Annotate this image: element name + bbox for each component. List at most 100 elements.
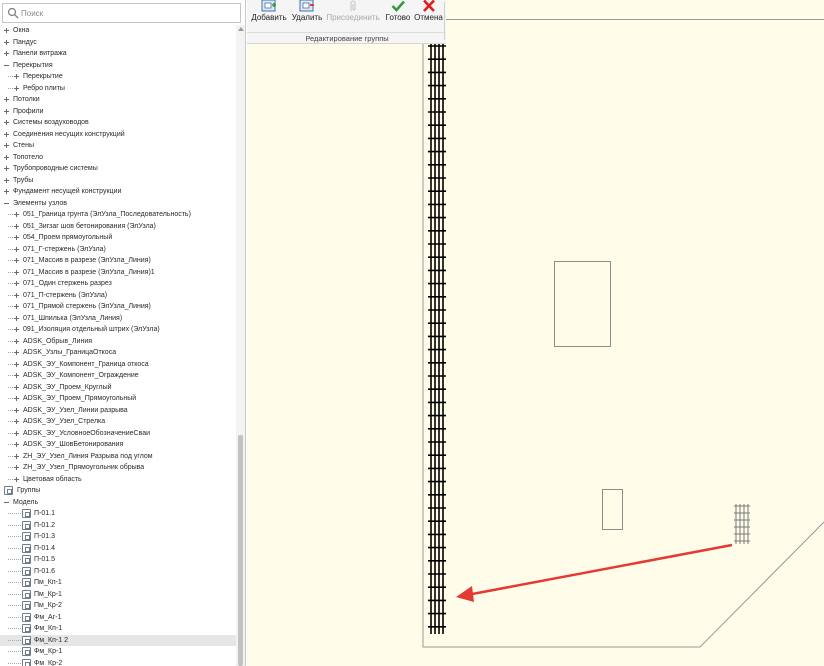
- tree-item[interactable]: Пм_Кп-1: [0, 577, 236, 589]
- expand-plus-icon[interactable]: [14, 419, 19, 424]
- opening-rectangle-small[interactable]: [602, 489, 623, 530]
- reinforcement-ladder[interactable]: [428, 44, 446, 634]
- scrollbar-thumb[interactable]: [238, 435, 243, 666]
- tree-item[interactable]: П-01.3: [0, 531, 236, 543]
- tree-category[interactable]: Топотело: [0, 152, 236, 164]
- tree-item[interactable]: Ребро плиты: [0, 83, 236, 95]
- tree-item[interactable]: Пм_Кр-1: [0, 589, 236, 601]
- tree-category[interactable]: Трубы: [0, 175, 236, 187]
- scroll-up-arrow-icon[interactable]: [238, 27, 244, 31]
- tree-item[interactable]: Пм_Кр-2: [0, 600, 236, 612]
- add-button[interactable]: Добавить: [249, 0, 289, 32]
- tree-scrollbar[interactable]: [236, 25, 245, 666]
- tree-item[interactable]: 071_Массив в разрезе (ЭлУзла_Линия): [0, 255, 236, 267]
- expand-plus-icon[interactable]: [14, 292, 19, 298]
- collapse-minus-icon[interactable]: [4, 201, 9, 206]
- tree-category[interactable]: Пандус: [0, 37, 236, 49]
- tree-category[interactable]: Профили: [0, 106, 236, 118]
- cancel-button[interactable]: Отмена: [413, 0, 444, 32]
- expand-plus-icon[interactable]: [4, 97, 9, 102]
- expand-plus-icon[interactable]: [4, 177, 9, 183]
- expand-plus-icon[interactable]: [4, 189, 9, 194]
- expand-plus-icon[interactable]: [4, 108, 9, 114]
- expand-plus-icon[interactable]: [4, 120, 9, 125]
- tree-item[interactable]: ADSK_ЭУ_Проем_Круглый: [0, 382, 236, 394]
- tree-item[interactable]: 051_Граница грунта (ЭлУзла_Последователь…: [0, 209, 236, 221]
- expand-plus-icon[interactable]: [14, 212, 19, 217]
- expand-plus-icon[interactable]: [14, 476, 19, 482]
- tree-item[interactable]: 071_Шпилька (ЭлУзла_Линия): [0, 313, 236, 325]
- expand-plus-icon[interactable]: [4, 131, 9, 137]
- tree-item[interactable]: П-01.6: [0, 566, 236, 578]
- small-reinforcement-ladder[interactable]: [734, 504, 750, 544]
- tree-category[interactable]: Элементы узлов: [0, 198, 236, 210]
- tree-item[interactable]: П-01.1: [0, 508, 236, 520]
- tree-category[interactable]: Окна: [0, 25, 236, 37]
- expand-plus-icon[interactable]: [14, 85, 19, 91]
- opening-rectangle-large[interactable]: [554, 261, 611, 347]
- tree-category[interactable]: Перекрытия: [0, 60, 236, 72]
- tree-category[interactable]: Панели витража: [0, 48, 236, 60]
- tree-category[interactable]: Стены: [0, 140, 236, 152]
- tree-category[interactable]: Потолки: [0, 94, 236, 106]
- expand-plus-icon[interactable]: [14, 304, 19, 309]
- tree-item[interactable]: ADSK_ЭУ_УсловноеОбозначениеСваи: [0, 428, 236, 440]
- expand-plus-icon[interactable]: [14, 281, 19, 286]
- tree-category[interactable]: Системы воздуховодов: [0, 117, 236, 129]
- tree-item[interactable]: П-01.2: [0, 520, 236, 532]
- tree-item[interactable]: ADSK_ЭУ_Компонент_Ограждение: [0, 370, 236, 382]
- tree-item[interactable]: Перекрытие: [0, 71, 236, 83]
- expand-plus-icon[interactable]: [14, 338, 19, 344]
- expand-plus-icon[interactable]: [14, 407, 19, 413]
- tree-item[interactable]: ADSK_Узлы_ГраницаОткоса: [0, 347, 236, 359]
- tree-category[interactable]: Соединения несущих конструкций: [0, 129, 236, 141]
- search-box[interactable]: [2, 3, 241, 23]
- tree-item[interactable]: 071_Прямой стержень (ЭлУзла_Линия): [0, 301, 236, 313]
- expand-plus-icon[interactable]: [4, 39, 9, 45]
- expand-plus-icon[interactable]: [14, 465, 19, 470]
- tree-category[interactable]: Модель: [0, 497, 236, 509]
- tree-item[interactable]: 051_Зигзаг шов бетонирования (ЭлУзла): [0, 221, 236, 233]
- tree-item[interactable]: Фм_Кп-1: [0, 623, 236, 635]
- tree-item[interactable]: Фм_Кп-1 2: [0, 634, 236, 646]
- remove-button[interactable]: Удалить: [289, 0, 325, 32]
- tree-item[interactable]: Фм_Кр-2: [0, 658, 236, 666]
- expand-plus-icon[interactable]: [14, 269, 19, 275]
- expand-plus-icon[interactable]: [4, 51, 9, 56]
- expand-plus-icon[interactable]: [4, 166, 9, 171]
- expand-plus-icon[interactable]: [14, 315, 19, 321]
- search-input[interactable]: [21, 5, 231, 21]
- expand-plus-icon[interactable]: [14, 453, 19, 459]
- tree-category[interactable]: Фундамент несущей конструкции: [0, 186, 236, 198]
- tree-item[interactable]: 071_П-стержень (ЭлУзла): [0, 290, 236, 302]
- expand-plus-icon[interactable]: [4, 143, 9, 148]
- expand-plus-icon[interactable]: [14, 246, 19, 252]
- collapse-minus-icon[interactable]: [4, 63, 9, 68]
- tree-category[interactable]: Группы: [0, 485, 236, 497]
- tree-item[interactable]: 071_Г-стержень (ЭлУзла): [0, 244, 236, 256]
- expand-plus-icon[interactable]: [14, 223, 19, 229]
- expand-plus-icon[interactable]: [14, 350, 19, 355]
- expand-plus-icon[interactable]: [14, 373, 19, 378]
- collapse-minus-icon[interactable]: [4, 500, 9, 505]
- expand-plus-icon[interactable]: [4, 154, 9, 160]
- attach-button[interactable]: Присоединить: [325, 0, 381, 32]
- tree-category[interactable]: Трубопроводные системы: [0, 163, 236, 175]
- tree-item[interactable]: Фм_Аг-1: [0, 612, 236, 624]
- tree-item[interactable]: ADSK_ЭУ_Компонент_Граница откоса: [0, 359, 236, 371]
- expand-plus-icon[interactable]: [14, 327, 19, 332]
- expand-plus-icon[interactable]: [14, 442, 19, 447]
- tree-item[interactable]: 091_Изоляция отдельный штрих (ЭлУзла): [0, 324, 236, 336]
- tree-item[interactable]: П-01.5: [0, 554, 236, 566]
- tree-item[interactable]: Цветовая область: [0, 474, 236, 486]
- expand-plus-icon[interactable]: [14, 396, 19, 401]
- done-button[interactable]: Готово: [383, 0, 413, 32]
- tree-item[interactable]: П-01.4: [0, 543, 236, 555]
- expand-plus-icon[interactable]: [14, 74, 19, 79]
- tree-item[interactable]: Фм_Кр-1: [0, 646, 236, 658]
- expand-plus-icon[interactable]: [14, 258, 19, 263]
- tree-item[interactable]: ADSK_ЭУ_Проем_Прямоугольный: [0, 393, 236, 405]
- tree-item[interactable]: ADSK_ЭУ_Узел_Линии разрыва: [0, 405, 236, 417]
- expand-plus-icon[interactable]: [14, 235, 19, 240]
- tree-item[interactable]: 054_Проем прямоугольный: [0, 232, 236, 244]
